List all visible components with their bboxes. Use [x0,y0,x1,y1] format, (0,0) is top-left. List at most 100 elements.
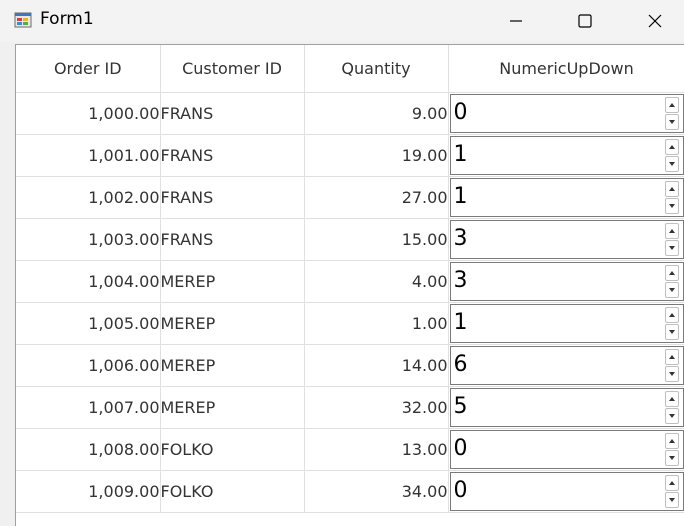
cell-customer-id[interactable]: FOLKO [160,428,305,471]
cell-quantity[interactable]: 9.00 [304,92,449,135]
table-row[interactable]: 1,006.00 MEREP 14.00 6 [16,344,684,387]
column-header-order-id[interactable]: Order ID [16,45,161,93]
numeric-updown[interactable]: 6 [449,346,684,385]
column-header-numericupdown[interactable]: NumericUpDown [448,45,684,93]
cell-order-id[interactable]: 1,006.00 [16,344,161,387]
cell-order-id[interactable]: 1,009.00 [16,470,161,513]
numeric-updown-value[interactable]: 1 [454,184,468,209]
numeric-updown[interactable]: 3 [449,262,684,301]
cell-customer-id[interactable]: FRANS [160,92,305,135]
maximize-button[interactable] [562,0,608,42]
spin-up-button[interactable] [664,307,679,323]
table-row[interactable]: 1,004.00 MEREP 4.00 3 [16,260,684,303]
table-row[interactable]: 1,003.00 FRANS 15.00 3 [16,218,684,261]
spin-up-button[interactable] [664,349,679,365]
spin-up-button[interactable] [664,433,679,449]
column-header-customer-id[interactable]: Customer ID [160,45,305,93]
spin-up-button[interactable] [664,181,679,197]
spin-down-button[interactable] [664,408,679,424]
cell-order-id[interactable]: 1,001.00 [16,134,161,177]
cell-quantity[interactable]: 14.00 [304,344,449,387]
numeric-updown-value[interactable]: 6 [454,352,468,377]
cell-customer-id[interactable]: MEREP [160,344,305,387]
table-row[interactable]: 1,000.00 FRANS 9.00 0 [16,92,684,135]
close-button[interactable] [632,0,678,42]
cell-numericupdown[interactable]: 3 [448,260,684,303]
cell-quantity[interactable]: 19.00 [304,134,449,177]
cell-quantity[interactable]: 32.00 [304,386,449,429]
numeric-updown-value[interactable]: 1 [454,310,468,335]
spin-up-button[interactable] [664,139,679,155]
column-header-quantity[interactable]: Quantity [304,45,449,93]
numeric-updown-value[interactable]: 3 [454,268,468,293]
spin-down-button[interactable] [664,366,679,382]
cell-order-id[interactable]: 1,002.00 [16,176,161,219]
cell-order-id[interactable]: 1,005.00 [16,302,161,345]
cell-order-id[interactable]: 1,007.00 [16,386,161,429]
cell-numericupdown[interactable]: 3 [448,218,684,261]
table-row[interactable]: 1,002.00 FRANS 27.00 1 [16,176,684,219]
numeric-updown[interactable]: 0 [449,94,684,133]
cell-numericupdown[interactable]: 6 [448,344,684,387]
spin-up-button[interactable] [664,97,679,113]
table-row[interactable]: 1,005.00 MEREP 1.00 1 [16,302,684,345]
spin-up-button[interactable] [664,391,679,407]
spin-down-button[interactable] [664,492,679,508]
title-bar[interactable]: Form1 [0,0,684,42]
cell-quantity[interactable]: 27.00 [304,176,449,219]
cell-order-id[interactable]: 1,003.00 [16,218,161,261]
spin-down-button[interactable] [664,240,679,256]
cell-quantity[interactable]: 34.00 [304,470,449,513]
numeric-updown[interactable]: 1 [449,178,684,217]
table-row[interactable]: 1,007.00 MEREP 32.00 5 [16,386,684,429]
cell-quantity[interactable]: 1.00 [304,302,449,345]
cell-quantity[interactable]: 13.00 [304,428,449,471]
cell-numericupdown[interactable]: 5 [448,386,684,429]
cell-order-id[interactable]: 1,008.00 [16,428,161,471]
cell-customer-id[interactable]: FRANS [160,176,305,219]
spin-up-button[interactable] [664,223,679,239]
numeric-updown-value[interactable]: 1 [454,142,468,167]
cell-numericupdown[interactable]: 0 [448,470,684,513]
cell-customer-id[interactable]: FRANS [160,134,305,177]
numeric-updown-value[interactable]: 0 [454,478,468,503]
spin-up-button[interactable] [664,265,679,281]
cell-numericupdown[interactable]: 0 [448,428,684,471]
numeric-updown-value[interactable]: 0 [454,100,468,125]
spin-down-button[interactable] [664,324,679,340]
spin-down-button[interactable] [664,198,679,214]
cell-numericupdown[interactable]: 1 [448,176,684,219]
spin-down-button[interactable] [664,450,679,466]
cell-customer-id[interactable]: MEREP [160,386,305,429]
numeric-updown[interactable]: 1 [449,304,684,343]
minimize-button[interactable] [493,0,539,42]
cell-numericupdown[interactable]: 1 [448,134,684,177]
cell-customer-id[interactable]: FOLKO [160,470,305,513]
cell-order-id[interactable]: 1,004.00 [16,260,161,303]
numeric-updown[interactable]: 3 [449,220,684,259]
table-row[interactable]: 1,009.00 FOLKO 34.00 0 [16,470,684,513]
data-grid[interactable]: Order ID Customer ID Quantity NumericUpD… [15,44,684,526]
numeric-updown-value[interactable]: 3 [454,226,468,251]
cell-quantity[interactable]: 4.00 [304,260,449,303]
table-row[interactable]: 1,008.00 FOLKO 13.00 0 [16,428,684,471]
cell-numericupdown[interactable]: 0 [448,92,684,135]
cell-numericupdown[interactable]: 1 [448,302,684,345]
cell-customer-id[interactable]: FRANS [160,218,305,261]
numeric-updown[interactable]: 1 [449,136,684,175]
cell-quantity[interactable]: 15.00 [304,218,449,261]
spin-down-button[interactable] [664,114,679,130]
numeric-updown-value[interactable]: 5 [454,394,468,419]
numeric-updown-value[interactable]: 0 [454,436,468,461]
numeric-updown[interactable]: 5 [449,388,684,427]
cell-customer-id[interactable]: MEREP [160,302,305,345]
spin-up-button[interactable] [664,475,679,491]
spin-down-button[interactable] [664,282,679,298]
spin-down-button[interactable] [664,156,679,172]
numeric-updown[interactable]: 0 [449,430,684,469]
cell-customer-id[interactable]: MEREP [160,260,305,303]
cell-order-id[interactable]: 1,000.00 [16,92,161,135]
numeric-updown[interactable]: 0 [449,472,684,511]
spin-buttons [664,181,681,214]
table-row[interactable]: 1,001.00 FRANS 19.00 1 [16,134,684,177]
